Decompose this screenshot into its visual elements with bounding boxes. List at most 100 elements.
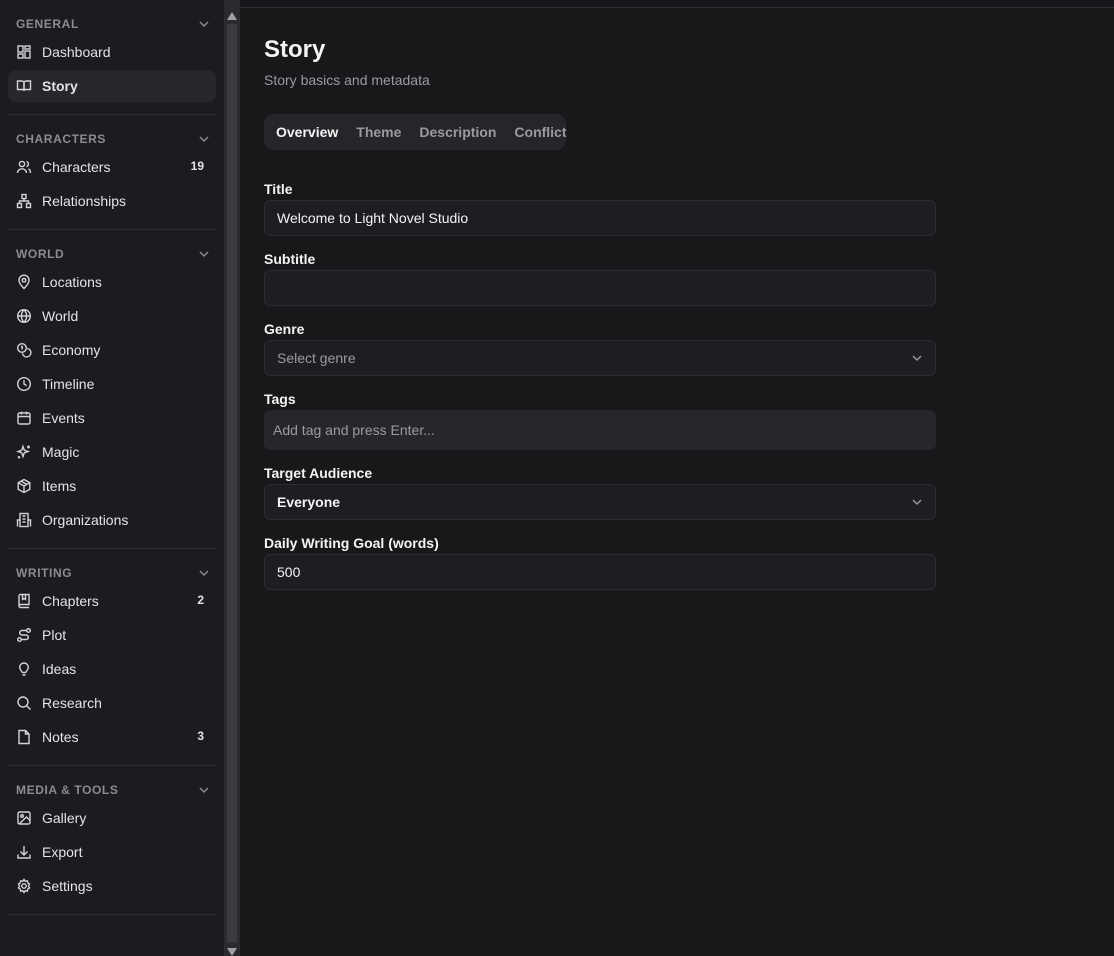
scroll-up-arrow-icon[interactable]: [227, 12, 237, 20]
count-badge: 19: [190, 159, 204, 173]
sidebar-item-label: Items: [42, 478, 77, 494]
sidebar-item-label: Characters: [42, 159, 111, 175]
title-input[interactable]: Welcome to Light Novel Studio: [264, 200, 936, 236]
sidebar-item-gallery[interactable]: Gallery: [8, 802, 216, 834]
layout-grid-icon: [16, 44, 32, 60]
daily-goal-value: 500: [277, 564, 301, 580]
sidebar-item-chapters[interactable]: Chapters 2: [8, 585, 216, 617]
daily-goal-label: Daily Writing Goal (words): [264, 535, 439, 551]
section-label: WORLD: [16, 247, 65, 261]
sidebar-item-items[interactable]: Items: [8, 470, 216, 502]
users-icon: [16, 159, 32, 175]
target-audience-value: Everyone: [277, 494, 341, 510]
sidebar-item-ideas[interactable]: Ideas: [8, 653, 216, 685]
divider: [8, 765, 216, 766]
sidebar-item-economy[interactable]: Economy: [8, 334, 216, 366]
subtitle-input[interactable]: [264, 270, 936, 306]
book-open-icon: [16, 78, 32, 94]
sidebar-item-relationships[interactable]: Relationships: [8, 185, 216, 217]
section-label: MEDIA & TOOLS: [16, 783, 119, 797]
count-badge: 3: [197, 729, 204, 743]
subtitle-label: Subtitle: [264, 251, 316, 267]
section-header-characters[interactable]: CHARACTERS: [16, 129, 210, 149]
sidebar-item-organizations[interactable]: Organizations: [8, 504, 216, 536]
lightbulb-icon: [16, 661, 32, 677]
tags-label: Tags: [264, 391, 296, 407]
divider: [8, 229, 216, 230]
title-input-value: Welcome to Light Novel Studio: [277, 210, 469, 226]
chevron-down-icon: [199, 251, 209, 258]
scroll-thumb[interactable]: [227, 24, 237, 942]
tags-input[interactable]: Add tag and press Enter...: [264, 410, 936, 450]
sidebar-item-research[interactable]: Research: [8, 687, 216, 719]
chevron-down-icon: [199, 21, 209, 28]
download-icon: [16, 844, 32, 860]
target-audience-select[interactable]: Everyone: [264, 484, 936, 520]
coins-icon: [16, 342, 32, 358]
sidebar-item-world[interactable]: World: [8, 300, 216, 332]
sidebar-item-label: Magic: [42, 444, 80, 460]
tab-conflict[interactable]: Conflict: [505, 117, 575, 147]
section-header-world[interactable]: WORLD: [16, 244, 210, 264]
sidebar-item-label: Ideas: [42, 661, 77, 677]
section-header-media-tools[interactable]: MEDIA & TOOLS: [16, 780, 210, 800]
chevron-down-icon: [912, 499, 922, 505]
target-audience-label: Target Audience: [264, 465, 373, 481]
package-icon: [16, 478, 32, 494]
sidebar-item-label: Settings: [42, 878, 93, 894]
sidebar-item-story[interactable]: Story: [8, 70, 216, 102]
sidebar-item-characters[interactable]: Characters 19: [8, 151, 216, 183]
sidebar-item-label: Notes: [42, 729, 79, 745]
genre-label: Genre: [264, 321, 305, 337]
clock-icon: [16, 376, 32, 392]
page-subtitle: Story basics and metadata: [264, 72, 430, 88]
sidebar-item-settings[interactable]: Settings: [8, 870, 216, 902]
divider: [8, 114, 216, 115]
route-icon: [16, 627, 32, 643]
tab-bar: Overview Theme Description Conflict: [264, 114, 567, 150]
section-label: CHARACTERS: [16, 132, 106, 146]
book-icon: [16, 593, 32, 609]
file-icon: [16, 729, 32, 745]
scroll-down-arrow-icon[interactable]: [227, 948, 237, 956]
sidebar-item-notes[interactable]: Notes 3: [8, 721, 216, 753]
chevron-down-icon: [912, 355, 922, 361]
tab-theme[interactable]: Theme: [347, 117, 410, 147]
sidebar-item-locations[interactable]: Locations: [8, 266, 216, 298]
divider: [8, 548, 216, 549]
sidebar-item-label: Gallery: [42, 810, 87, 826]
count-badge: 2: [197, 593, 204, 607]
sidebar-item-plot[interactable]: Plot: [8, 619, 216, 651]
sidebar-item-label: Organizations: [42, 512, 129, 528]
section-label: WRITING: [16, 566, 73, 580]
sidebar-item-dashboard[interactable]: Dashboard: [8, 36, 216, 68]
chevron-down-icon: [199, 136, 209, 143]
genre-select-placeholder: Select genre: [277, 350, 356, 366]
sidebar-item-label: World: [42, 308, 79, 324]
globe-icon: [16, 308, 32, 324]
sidebar-item-label: Relationships: [42, 193, 127, 209]
sidebar-item-label: Economy: [42, 342, 101, 358]
genre-select[interactable]: Select genre: [264, 340, 936, 376]
sidebar-item-label: Events: [42, 410, 85, 426]
section-header-general[interactable]: GENERAL: [16, 14, 210, 34]
sidebar-item-timeline[interactable]: Timeline: [8, 368, 216, 400]
calendar-icon: [16, 410, 32, 426]
title-label: Title: [264, 181, 293, 197]
sidebar-scrollbar[interactable]: [224, 0, 240, 956]
sidebar-item-label: Story: [42, 78, 78, 94]
section-header-writing[interactable]: WRITING: [16, 563, 210, 583]
daily-goal-input[interactable]: 500: [264, 554, 936, 590]
section-label: GENERAL: [16, 17, 79, 31]
gear-icon: [16, 878, 32, 894]
tab-overview[interactable]: Overview: [267, 117, 347, 147]
building-icon: [16, 512, 32, 528]
sidebar-item-events[interactable]: Events: [8, 402, 216, 434]
sidebar-item-export[interactable]: Export: [8, 836, 216, 868]
sidebar-item-label: Research: [42, 695, 102, 711]
sidebar-item-label: Locations: [42, 274, 102, 290]
tab-description[interactable]: Description: [410, 117, 505, 147]
sidebar-item-label: Timeline: [42, 376, 95, 392]
divider: [8, 914, 216, 915]
sidebar-item-magic[interactable]: Magic: [8, 436, 216, 468]
